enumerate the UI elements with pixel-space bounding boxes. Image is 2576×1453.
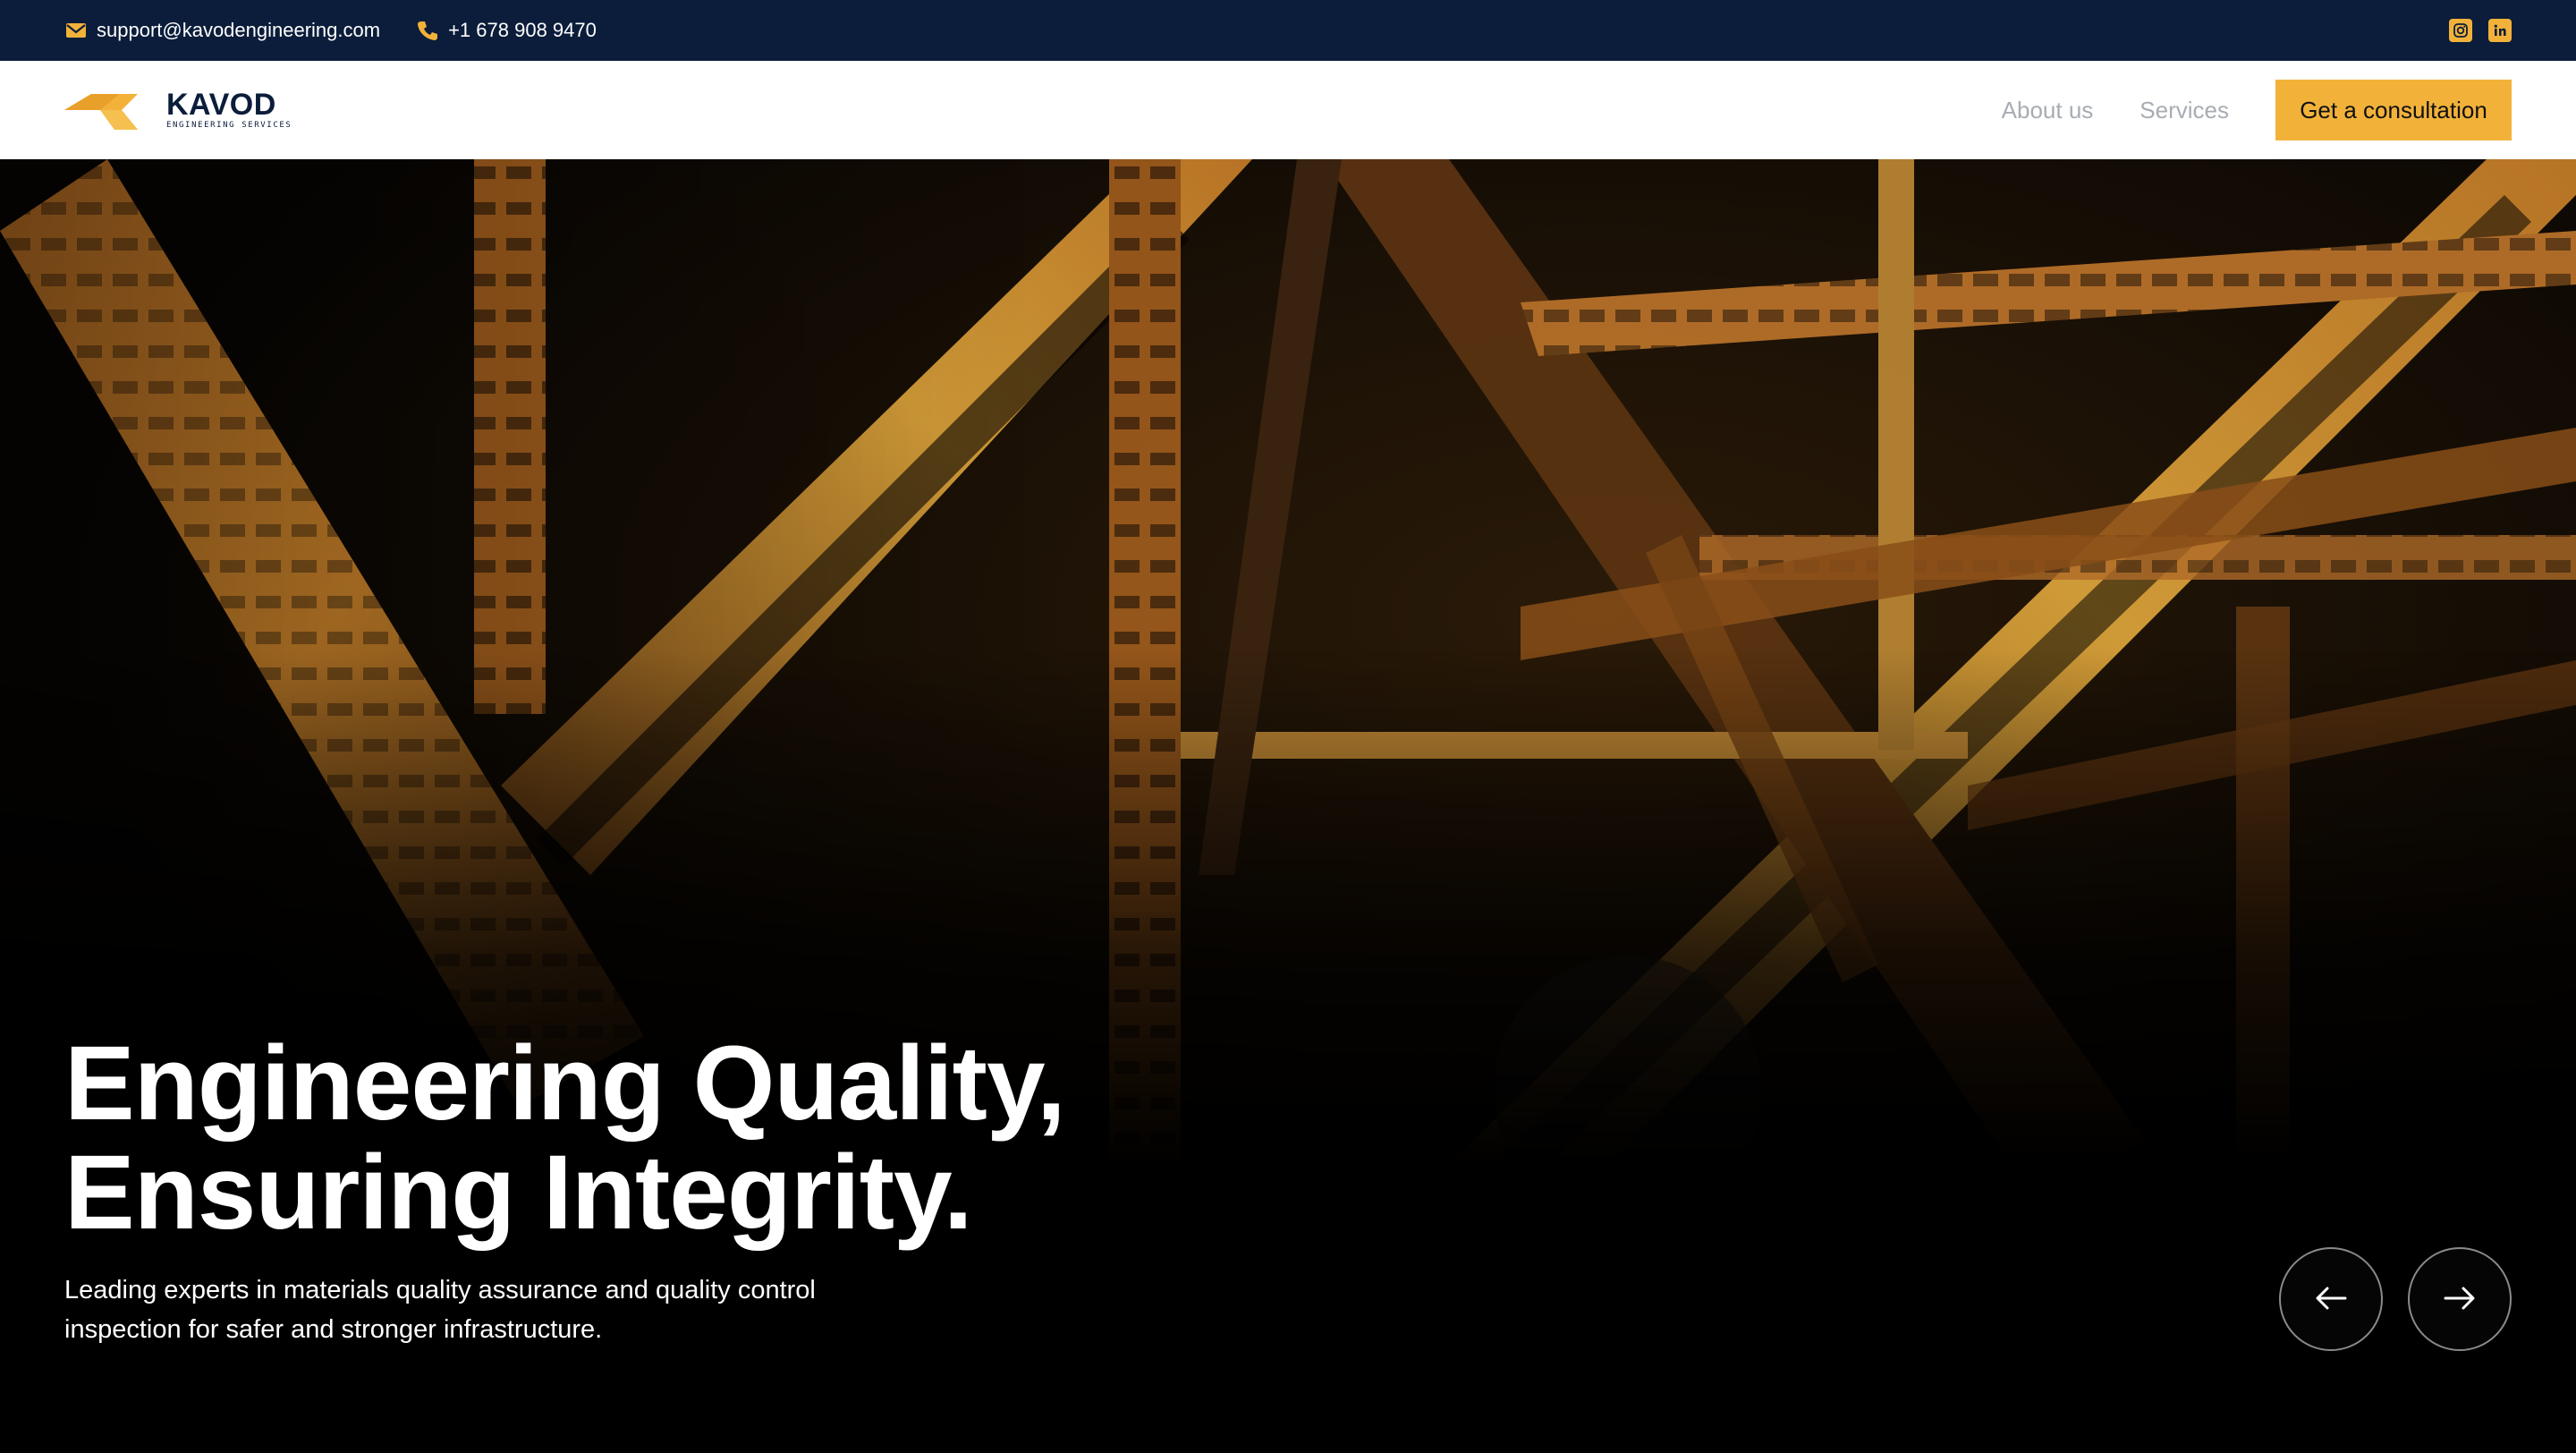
- logo-mark-icon: [64, 83, 165, 138]
- phone-text: +1 678 908 9470: [448, 19, 597, 41]
- phone-icon: [416, 19, 439, 42]
- phone-link[interactable]: +1 678 908 9470: [416, 19, 597, 42]
- hero-headline: Engineering Quality, Ensuring Integrity.: [64, 1024, 1066, 1252]
- arrow-left-icon: [2313, 1285, 2349, 1314]
- email-text: support@kavodengineering.com: [97, 19, 381, 41]
- arrow-right-icon: [2442, 1285, 2478, 1314]
- social-links: [2433, 19, 2512, 42]
- carousel-prev-button[interactable]: [2279, 1247, 2383, 1351]
- nav-about-us[interactable]: About us: [2002, 97, 2094, 124]
- linkedin-icon[interactable]: [2488, 19, 2512, 42]
- email-link[interactable]: support@kavodengineering.com: [64, 19, 380, 42]
- nav-services[interactable]: Services: [2140, 97, 2229, 124]
- carousel-next-button[interactable]: [2408, 1247, 2512, 1351]
- nav-menu: About us Services Get a consultation: [2002, 80, 2512, 140]
- get-consultation-button[interactable]: Get a consultation: [2275, 80, 2512, 140]
- main-navbar: KAVOD ENGINEERING SERVICES About us Serv…: [0, 61, 2576, 159]
- mail-icon: [64, 19, 88, 42]
- brand-logo[interactable]: KAVOD ENGINEERING SERVICES: [64, 83, 292, 138]
- contact-bar: support@kavodengineering.com +1 678 908 …: [0, 0, 2576, 61]
- hero-subtext: Leading experts in materials quality ass…: [64, 1276, 816, 1344]
- brand-name: KAVOD: [166, 88, 276, 122]
- hero-section: Engineering Quality, Ensuring Integrity.…: [0, 159, 2576, 1453]
- instagram-icon[interactable]: [2449, 19, 2472, 42]
- brand-tagline: ENGINEERING SERVICES: [166, 121, 292, 130]
